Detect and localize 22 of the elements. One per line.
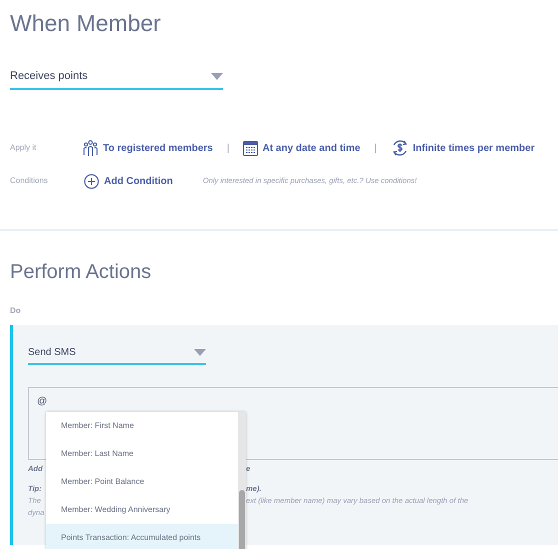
caret-icon bbox=[211, 72, 223, 80]
row-label: Apply it bbox=[10, 142, 38, 154]
section-title: When Member bbox=[10, 9, 162, 38]
action-select[interactable]: Send SMS bbox=[28, 343, 206, 365]
separator: | bbox=[374, 142, 377, 156]
scrollbar[interactable] bbox=[238, 412, 246, 549]
apply-option[interactable]: At any date and time bbox=[243, 140, 360, 156]
do-label: Do bbox=[10, 305, 21, 317]
dollar-cycle-icon bbox=[390, 139, 409, 157]
trigger-select[interactable]: Receives points bbox=[10, 66, 223, 90]
calendar-icon bbox=[243, 140, 258, 156]
apply-option[interactable]: To registered members bbox=[82, 140, 213, 156]
section-title: Perform Actions bbox=[10, 260, 152, 285]
plus-circle-icon bbox=[84, 174, 99, 188]
apply-option[interactable]: Infinite times per member bbox=[390, 139, 535, 157]
caret-icon bbox=[194, 348, 206, 356]
add-condition-button[interactable]: Add Condition bbox=[84, 174, 173, 188]
suggestion-item[interactable]: Member: First Name bbox=[46, 412, 238, 440]
row-label: Conditions bbox=[10, 175, 49, 187]
people-icon bbox=[82, 140, 99, 156]
separator: | bbox=[226, 142, 230, 156]
suggestion-item[interactable]: Points Transaction: Accumulated points bbox=[46, 524, 238, 549]
